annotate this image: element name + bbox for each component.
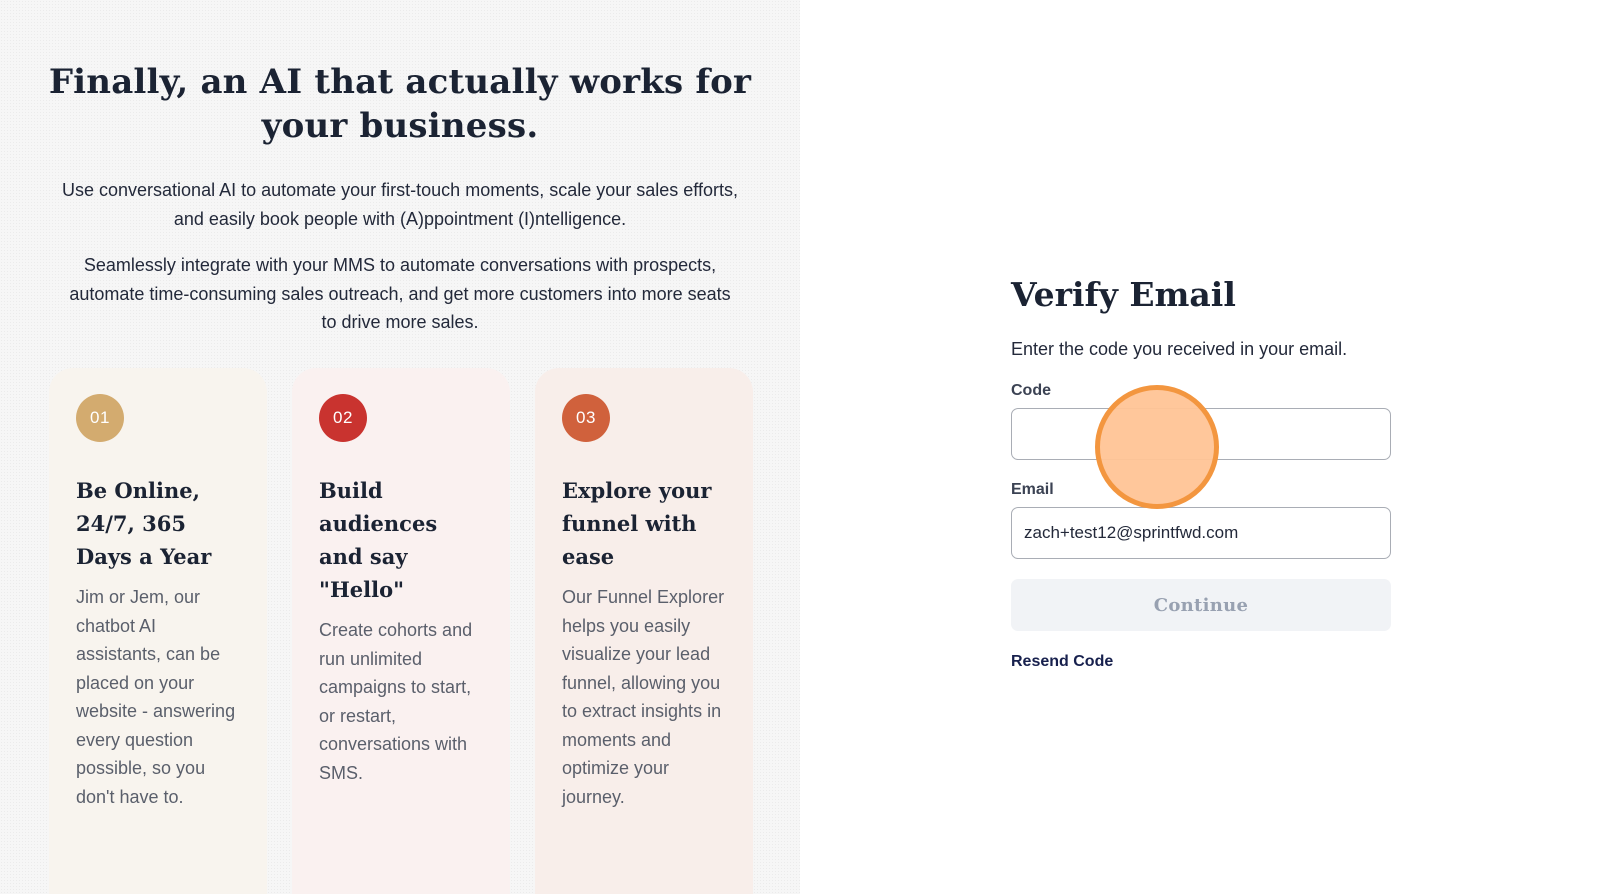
feature-card-body: Create cohorts and run unlimited campaig…: [319, 620, 473, 783]
email-input[interactable]: [1011, 507, 1391, 559]
feature-card-title: Be Online, 24/7, 365 Days a Year: [76, 478, 212, 569]
continue-button[interactable]: Continue: [1011, 579, 1391, 631]
feature-card-body: Our Funnel Explorer helps you easily vis…: [562, 587, 725, 807]
feature-card-audiences: 02 Build audiences and say "Hello" Creat…: [292, 368, 510, 894]
email-label: Email: [1011, 481, 1054, 498]
marketing-panel: Finally, an AI that actually works for y…: [0, 0, 800, 894]
marketing-integration-text: Seamlessly integrate with your MMS to au…: [69, 255, 731, 332]
code-label: Code: [1011, 382, 1051, 399]
code-input[interactable]: [1011, 408, 1391, 460]
feature-card-title: Explore your funnel with ease: [562, 478, 712, 569]
feature-number-badge: 03: [562, 394, 610, 442]
marketing-intro: Use conversational AI to automate your f…: [62, 180, 738, 229]
resend-code-link[interactable]: Resend Code: [1011, 653, 1113, 671]
feature-number-badge: 01: [76, 394, 124, 442]
feature-number-badge: 02: [319, 394, 367, 442]
feature-card-funnel: 03 Explore your funnel with ease Our Fun…: [535, 368, 753, 894]
feature-card-title: Build audiences and say "Hello": [319, 478, 438, 602]
verify-email-form: Verify Email Enter the code you received…: [1011, 274, 1391, 671]
feature-card-body: Jim or Jem, our chatbot AI assistants, c…: [76, 587, 236, 807]
verify-email-instructions: Enter the code you received in your emai…: [1011, 339, 1348, 359]
verify-email-title: Verify Email: [1011, 275, 1236, 314]
feature-card-online: 01 Be Online, 24/7, 365 Days a Year Jim …: [49, 368, 267, 894]
marketing-headline: Finally, an AI that actually works for y…: [48, 62, 752, 146]
